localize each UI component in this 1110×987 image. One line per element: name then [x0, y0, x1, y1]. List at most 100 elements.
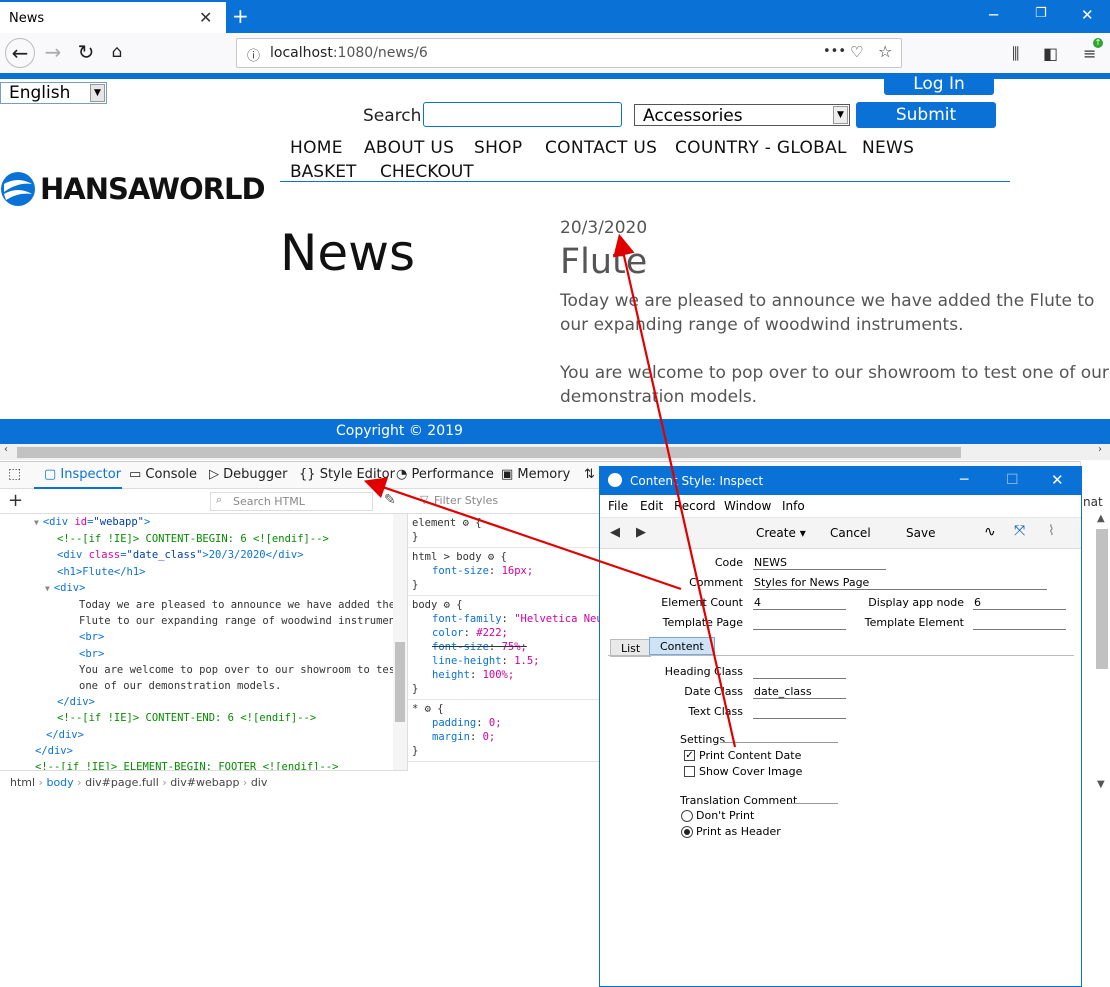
menu-record[interactable]: Record [674, 499, 715, 513]
sidebar-icon[interactable]: ◧ [1043, 44, 1058, 63]
search-html-input[interactable]: Search HTML [210, 492, 373, 511]
markup-line[interactable]: <!--[if !IE]> CONTENT-END: 6 <![endif]--… [0, 710, 407, 726]
menu-basket[interactable]: BASKET [290, 162, 356, 182]
display-app-node-field[interactable]: 6 [973, 596, 1066, 610]
page-actions-icon[interactable]: ••• [823, 44, 846, 59]
menu-country-global[interactable]: COUNTRY - GLOBAL [675, 138, 847, 158]
scrollbar-thumb[interactable] [395, 642, 405, 722]
scroll-left-icon[interactable]: ‹ [4, 444, 8, 455]
menu-contact-us[interactable]: CONTACT US [545, 138, 657, 158]
scroll-right-icon[interactable]: › [1098, 444, 1102, 455]
css-rule[interactable]: html > body ⚙ {font-size: 16px;} [408, 548, 600, 596]
login-button[interactable]: Log In [884, 75, 994, 95]
text-class-field[interactable] [753, 705, 846, 719]
new-tab-icon[interactable]: + [232, 4, 249, 28]
print-content-date-checkbox[interactable]: ✓ [684, 750, 695, 761]
language-select[interactable]: English ▼ [0, 82, 107, 104]
cancel-button[interactable]: Cancel [830, 526, 871, 540]
css-declaration[interactable]: font-family: "Helvetica Neue", Helvetica… [412, 612, 600, 626]
search-input[interactable] [423, 102, 622, 127]
minimize-icon[interactable]: ─ [989, 6, 998, 24]
markup-line[interactable]: Flute to our expanding range of woodwind… [0, 613, 407, 629]
logo-text[interactable]: HANSAWORLD [40, 172, 266, 206]
window-close-icon[interactable]: ✕ [1051, 471, 1064, 489]
markup-line[interactable]: one of our demonstration models. [0, 678, 407, 694]
menu-window[interactable]: Window [724, 499, 771, 513]
tab-close-icon[interactable]: ✕ [199, 8, 212, 27]
eyedropper-icon[interactable]: ✎ [384, 492, 396, 508]
menu-checkout[interactable]: CHECKOUT [380, 162, 474, 182]
markup-line[interactable]: You are welcome to pop over to our showr… [0, 662, 407, 678]
attachment-icon[interactable]: ⌇ [1048, 523, 1055, 539]
markup-line[interactable]: <!--[if !IE]> ELEMENT-BEGIN: FOOTER <![e… [0, 759, 407, 770]
markup-view[interactable]: ▼ <div id="webapp"> <!--[if !IE]> CONTENT-… [0, 514, 408, 770]
filter-styles-input[interactable]: Filter Styles [412, 492, 602, 511]
tab-performance[interactable]: ◔ Performance [396, 467, 494, 482]
template-page-field[interactable] [753, 616, 846, 630]
element-count-field[interactable]: 4 [753, 596, 846, 610]
scrollbar-thumb[interactable] [1096, 529, 1108, 669]
home-icon[interactable]: ⌂ [102, 38, 132, 68]
css-declaration[interactable]: line-height: 1.5; [412, 654, 596, 668]
element-picker-icon[interactable]: ⬚ [8, 466, 21, 482]
markup-line[interactable]: <br> [0, 646, 407, 662]
tab-content[interactable]: Content [649, 637, 715, 655]
dont-print-radio[interactable] [681, 810, 693, 822]
forward-icon[interactable]: → [38, 38, 68, 68]
markup-line[interactable]: ▼ <div> [0, 580, 407, 597]
breadcrumb-item[interactable]: div [251, 776, 268, 789]
css-declaration[interactable]: color: #222; [412, 626, 596, 640]
markup-line[interactable]: <br> [0, 629, 407, 645]
info-icon[interactable]: ⓘ [247, 45, 260, 64]
markup-line[interactable]: <!--[if !IE]> CONTENT-BEGIN: 6 <![endif]… [0, 531, 407, 547]
markup-line[interactable]: </div> [0, 743, 407, 759]
breadcrumb-item[interactable]: div#page.full [85, 776, 159, 789]
next-record-icon[interactable]: ▶ [636, 525, 646, 540]
css-rule[interactable]: * ⚙ {padding: 0; margin: 0;} [408, 700, 600, 762]
reload-icon[interactable]: ↻ [71, 38, 101, 68]
markup-line[interactable]: ▼ <div id="webapp"> [0, 514, 407, 531]
expand-icon[interactable]: ⤧ [1014, 523, 1025, 539]
markup-line[interactable]: </div> [0, 694, 407, 710]
menu-file[interactable]: File [608, 499, 628, 513]
save-button[interactable]: Save [906, 526, 935, 540]
library-icon[interactable]: ⫼ [1012, 44, 1019, 64]
menu-news[interactable]: NEWS [862, 138, 914, 158]
scroll-down-icon[interactable]: ▼ [1097, 779, 1105, 790]
template-element-field[interactable] [973, 616, 1066, 630]
tab-debugger[interactable]: ▷ Debugger [209, 467, 288, 482]
css-declaration[interactable]: font-size: 16px; [412, 564, 596, 578]
heading-class-field[interactable] [753, 665, 846, 679]
markup-line[interactable]: <div class="date_class">20/3/2020</div> [0, 547, 407, 563]
hansaworld-logo-icon[interactable] [0, 170, 36, 208]
scrollbar-thumb[interactable] [17, 447, 961, 458]
activity-icon[interactable]: ∿ [984, 524, 996, 540]
tab-memory[interactable]: ▣ Memory [501, 467, 570, 482]
scroll-up-icon[interactable]: ▲ [1097, 513, 1105, 524]
tab-console[interactable]: ▭ Console [129, 467, 197, 482]
comment-field[interactable]: Styles for News Page [753, 576, 1047, 590]
breadcrumb-item[interactable]: html [10, 776, 35, 789]
panel-tab-label-fragment[interactable]: nat [1083, 495, 1103, 509]
window-titlebar[interactable]: Content Style: Inspect ─ ☐ ✕ [600, 467, 1081, 495]
create-button[interactable]: Create ▾ [756, 526, 806, 540]
markup-line[interactable]: Today we are pleased to announce we have… [0, 597, 407, 613]
menu-home[interactable]: HOME [290, 138, 343, 158]
css-rule[interactable]: element ⚙ {} [408, 514, 600, 548]
menu-info[interactable]: Info [782, 499, 805, 513]
restore-icon[interactable]: ❐ [1035, 6, 1047, 21]
address-bar[interactable]: ⓘ localhost:1080/news/6 ••• ♡ ☆ [236, 38, 902, 68]
maximize-icon[interactable]: ☐ [1006, 472, 1019, 488]
css-declaration[interactable]: margin: 0; [412, 730, 596, 744]
date-class-field[interactable]: date_class [753, 685, 846, 699]
css-rule[interactable]: body ⚙ {font-family: "Helvetica Neue", H… [408, 596, 600, 700]
browser-tab[interactable]: News ✕ [0, 0, 226, 33]
window-close-icon[interactable]: ✕ [1081, 6, 1094, 24]
css-declaration[interactable]: padding: 0; [412, 716, 596, 730]
back-icon[interactable]: ← [5, 38, 35, 68]
rules-view[interactable]: element ⚙ {} html > body ⚙ {font-size: 16… [408, 514, 600, 770]
previous-record-icon[interactable]: ◀ [610, 525, 620, 540]
submit-button[interactable]: Submit [856, 102, 996, 128]
markup-line[interactable]: </div> [0, 727, 407, 743]
menu-about-us[interactable]: ABOUT US [364, 138, 454, 158]
